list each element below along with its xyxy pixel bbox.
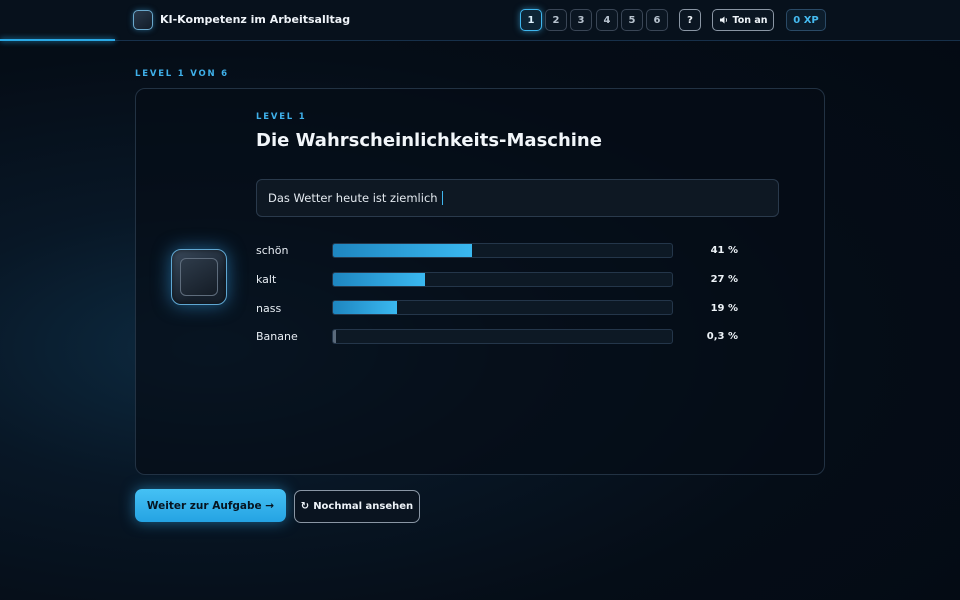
- level-button-3[interactable]: 3: [570, 9, 592, 31]
- prediction-percent-3: 19 %: [710, 303, 738, 314]
- app-title: KI-Kompetenz im Arbeitsalltag: [160, 13, 351, 26]
- prediction-bar-4: [332, 329, 673, 344]
- level-button-4[interactable]: 4: [596, 9, 618, 31]
- top-bar: KI-Kompetenz im Arbeitsalltag 1 2 3 4 5 …: [0, 0, 960, 41]
- level-button-1[interactable]: 1: [520, 9, 542, 31]
- prediction-bar-fill-2: [333, 273, 425, 286]
- card-level-label: LEVEL 1: [256, 112, 307, 122]
- replay-label: Nochmal ansehen: [313, 501, 414, 512]
- card-heading: Die Wahrscheinlichkeits-Maschine: [256, 130, 602, 151]
- speaker-icon: [719, 16, 727, 24]
- prediction-word-4: Banane: [256, 330, 298, 343]
- replay-button[interactable]: ↻ Nochmal ansehen: [294, 490, 420, 523]
- prediction-word-1: schön: [256, 244, 289, 257]
- level-button-5[interactable]: 5: [621, 9, 643, 31]
- chip-logo-icon: [133, 10, 153, 30]
- continue-to-task-button[interactable]: Weiter zur Aufgabe →: [135, 489, 286, 522]
- prompt-text: Das Wetter heute ist ziemlich: [268, 191, 438, 205]
- prediction-bar-3: [332, 300, 673, 315]
- level-button-6[interactable]: 6: [646, 9, 668, 31]
- prediction-percent-1: 41 %: [710, 245, 738, 256]
- progress-indicator: [0, 39, 116, 41]
- level-progress-label: LEVEL 1 VON 6: [135, 69, 229, 79]
- prediction-word-2: kalt: [256, 273, 277, 286]
- text-caret: [441, 191, 443, 205]
- prediction-bar-2: [332, 272, 673, 287]
- help-button[interactable]: ?: [679, 9, 701, 31]
- xp-badge: 0 XP: [786, 9, 826, 31]
- level-button-2[interactable]: 2: [545, 9, 567, 31]
- prediction-bar-fill-1: [333, 244, 472, 257]
- prediction-percent-2: 27 %: [710, 274, 738, 285]
- prediction-bar-fill-3: [333, 301, 398, 314]
- sound-toggle-button[interactable]: Ton an: [712, 9, 774, 31]
- chip-icon: [171, 249, 227, 305]
- prediction-percent-4: 0,3 %: [706, 331, 738, 342]
- prompt-text-box: Das Wetter heute ist ziemlich: [256, 179, 779, 217]
- sound-label: Ton an: [732, 14, 768, 26]
- prediction-bar-1: [332, 243, 673, 258]
- chip-core: [180, 258, 218, 296]
- refresh-icon: ↻: [300, 501, 310, 512]
- prediction-word-3: nass: [256, 302, 282, 315]
- prediction-bar-fill-4: [333, 330, 337, 343]
